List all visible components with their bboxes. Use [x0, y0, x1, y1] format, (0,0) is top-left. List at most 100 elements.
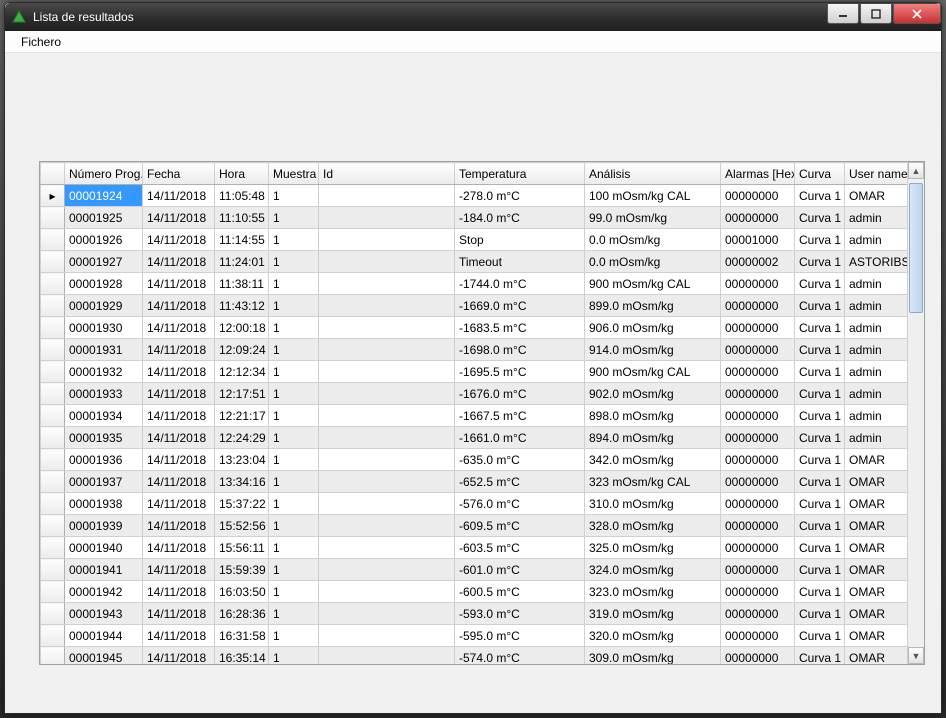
cell-curva[interactable]: Curva 1 [795, 625, 845, 647]
row-header[interactable] [41, 603, 65, 625]
cell-numero[interactable]: 00001942 [65, 581, 143, 603]
cell-analisis[interactable]: 323 mOsm/kg CAL [585, 471, 721, 493]
cell-user[interactable]: admin [845, 383, 908, 405]
cell-curva[interactable]: Curva 1 [795, 515, 845, 537]
table-row[interactable]: 0000194214/11/201816:03:501-600.5 m°C323… [41, 581, 908, 603]
table-row[interactable]: 0000192514/11/201811:10:551-184.0 m°C99.… [41, 207, 908, 229]
results-grid[interactable]: Número Prog. Fecha Hora Muestra Id Tempe… [39, 161, 925, 665]
cell-curva[interactable]: Curva 1 [795, 185, 845, 207]
scroll-thumb[interactable] [909, 183, 923, 313]
cell-hora[interactable]: 11:24:01 [215, 251, 269, 273]
row-header[interactable] [41, 207, 65, 229]
cell-temperatura[interactable]: Timeout [455, 251, 585, 273]
cell-fecha[interactable]: 14/11/2018 [143, 383, 215, 405]
cell-temperatura[interactable]: -600.5 m°C [455, 581, 585, 603]
cell-hora[interactable]: 13:23:04 [215, 449, 269, 471]
row-header[interactable] [41, 339, 65, 361]
cell-temperatura[interactable]: -1744.0 m°C [455, 273, 585, 295]
cell-curva[interactable]: Curva 1 [795, 273, 845, 295]
cell-id[interactable] [319, 405, 455, 427]
cell-alarmas[interactable]: 00000000 [721, 647, 795, 665]
cell-user[interactable]: ASTORIBS [845, 251, 908, 273]
cell-id[interactable] [319, 603, 455, 625]
cell-curva[interactable]: Curva 1 [795, 559, 845, 581]
cell-curva[interactable]: Curva 1 [795, 449, 845, 471]
cell-alarmas[interactable]: 00000000 [721, 537, 795, 559]
cell-muestra[interactable]: 1 [269, 295, 319, 317]
cell-numero[interactable]: 00001930 [65, 317, 143, 339]
table-row[interactable]: 0000193714/11/201813:34:161-652.5 m°C323… [41, 471, 908, 493]
col-analisis[interactable]: Análisis [585, 163, 721, 185]
cell-user[interactable]: OMAR [845, 471, 908, 493]
cell-alarmas[interactable]: 00000000 [721, 383, 795, 405]
cell-temperatura[interactable]: -603.5 m°C [455, 537, 585, 559]
cell-user[interactable]: OMAR [845, 449, 908, 471]
cell-id[interactable] [319, 207, 455, 229]
cell-muestra[interactable]: 1 [269, 625, 319, 647]
col-user[interactable]: User name [845, 163, 908, 185]
cell-numero[interactable]: 00001927 [65, 251, 143, 273]
col-hora[interactable]: Hora [215, 163, 269, 185]
row-header[interactable] [41, 559, 65, 581]
row-header[interactable] [41, 405, 65, 427]
cell-muestra[interactable]: 1 [269, 273, 319, 295]
cell-alarmas[interactable]: 00000000 [721, 515, 795, 537]
cell-muestra[interactable]: 1 [269, 251, 319, 273]
cell-analisis[interactable]: 100 mOsm/kg CAL [585, 185, 721, 207]
vertical-scrollbar[interactable]: ▲ ▼ [907, 162, 924, 664]
col-alarmas[interactable]: Alarmas [Hex] [721, 163, 795, 185]
cell-hora[interactable]: 15:56:11 [215, 537, 269, 559]
row-header[interactable] [41, 427, 65, 449]
cell-numero[interactable]: 00001924 [65, 185, 143, 207]
cell-user[interactable]: OMAR [845, 647, 908, 665]
cell-temperatura[interactable]: -609.5 m°C [455, 515, 585, 537]
cell-numero[interactable]: 00001945 [65, 647, 143, 665]
cell-analisis[interactable]: 900 mOsm/kg CAL [585, 273, 721, 295]
row-header[interactable] [41, 229, 65, 251]
cell-alarmas[interactable]: 00000000 [721, 405, 795, 427]
cell-numero[interactable]: 00001932 [65, 361, 143, 383]
cell-analisis[interactable]: 898.0 mOsm/kg [585, 405, 721, 427]
cell-alarmas[interactable]: 00000000 [721, 449, 795, 471]
maximize-button[interactable] [860, 4, 892, 24]
table-row[interactable]: 0000194314/11/201816:28:361-593.0 m°C319… [41, 603, 908, 625]
cell-hora[interactable]: 16:03:50 [215, 581, 269, 603]
cell-numero[interactable]: 00001925 [65, 207, 143, 229]
cell-fecha[interactable]: 14/11/2018 [143, 537, 215, 559]
cell-curva[interactable]: Curva 1 [795, 361, 845, 383]
cell-id[interactable] [319, 185, 455, 207]
cell-hora[interactable]: 11:38:11 [215, 273, 269, 295]
cell-alarmas[interactable]: 00000000 [721, 339, 795, 361]
cell-muestra[interactable]: 1 [269, 559, 319, 581]
cell-temperatura[interactable]: -595.0 m°C [455, 625, 585, 647]
cell-fecha[interactable]: 14/11/2018 [143, 361, 215, 383]
cell-fecha[interactable]: 14/11/2018 [143, 405, 215, 427]
col-id[interactable]: Id [319, 163, 455, 185]
cell-alarmas[interactable]: 00000000 [721, 427, 795, 449]
cell-temperatura[interactable]: -1676.0 m°C [455, 383, 585, 405]
cell-analisis[interactable]: 309.0 mOsm/kg [585, 647, 721, 665]
cell-temperatura[interactable]: -1698.0 m°C [455, 339, 585, 361]
scroll-track[interactable] [908, 179, 924, 647]
cell-curva[interactable]: Curva 1 [795, 471, 845, 493]
cell-alarmas[interactable]: 00000000 [721, 273, 795, 295]
cell-curva[interactable]: Curva 1 [795, 383, 845, 405]
cell-alarmas[interactable]: 00000000 [721, 317, 795, 339]
cell-fecha[interactable]: 14/11/2018 [143, 339, 215, 361]
cell-muestra[interactable]: 1 [269, 647, 319, 665]
cell-id[interactable] [319, 515, 455, 537]
cell-muestra[interactable]: 1 [269, 603, 319, 625]
col-temperatura[interactable]: Temperatura [455, 163, 585, 185]
cell-numero[interactable]: 00001944 [65, 625, 143, 647]
cell-fecha[interactable]: 14/11/2018 [143, 251, 215, 273]
cell-analisis[interactable]: 99.0 mOsm/kg [585, 207, 721, 229]
cell-user[interactable]: OMAR [845, 515, 908, 537]
cell-alarmas[interactable]: 00000000 [721, 207, 795, 229]
cell-hora[interactable]: 11:43:12 [215, 295, 269, 317]
cell-alarmas[interactable]: 00000000 [721, 471, 795, 493]
table-row[interactable]: 0000194414/11/201816:31:581-595.0 m°C320… [41, 625, 908, 647]
cell-analisis[interactable]: 323.0 mOsm/kg [585, 581, 721, 603]
cell-muestra[interactable]: 1 [269, 229, 319, 251]
cell-id[interactable] [319, 251, 455, 273]
cell-fecha[interactable]: 14/11/2018 [143, 647, 215, 665]
